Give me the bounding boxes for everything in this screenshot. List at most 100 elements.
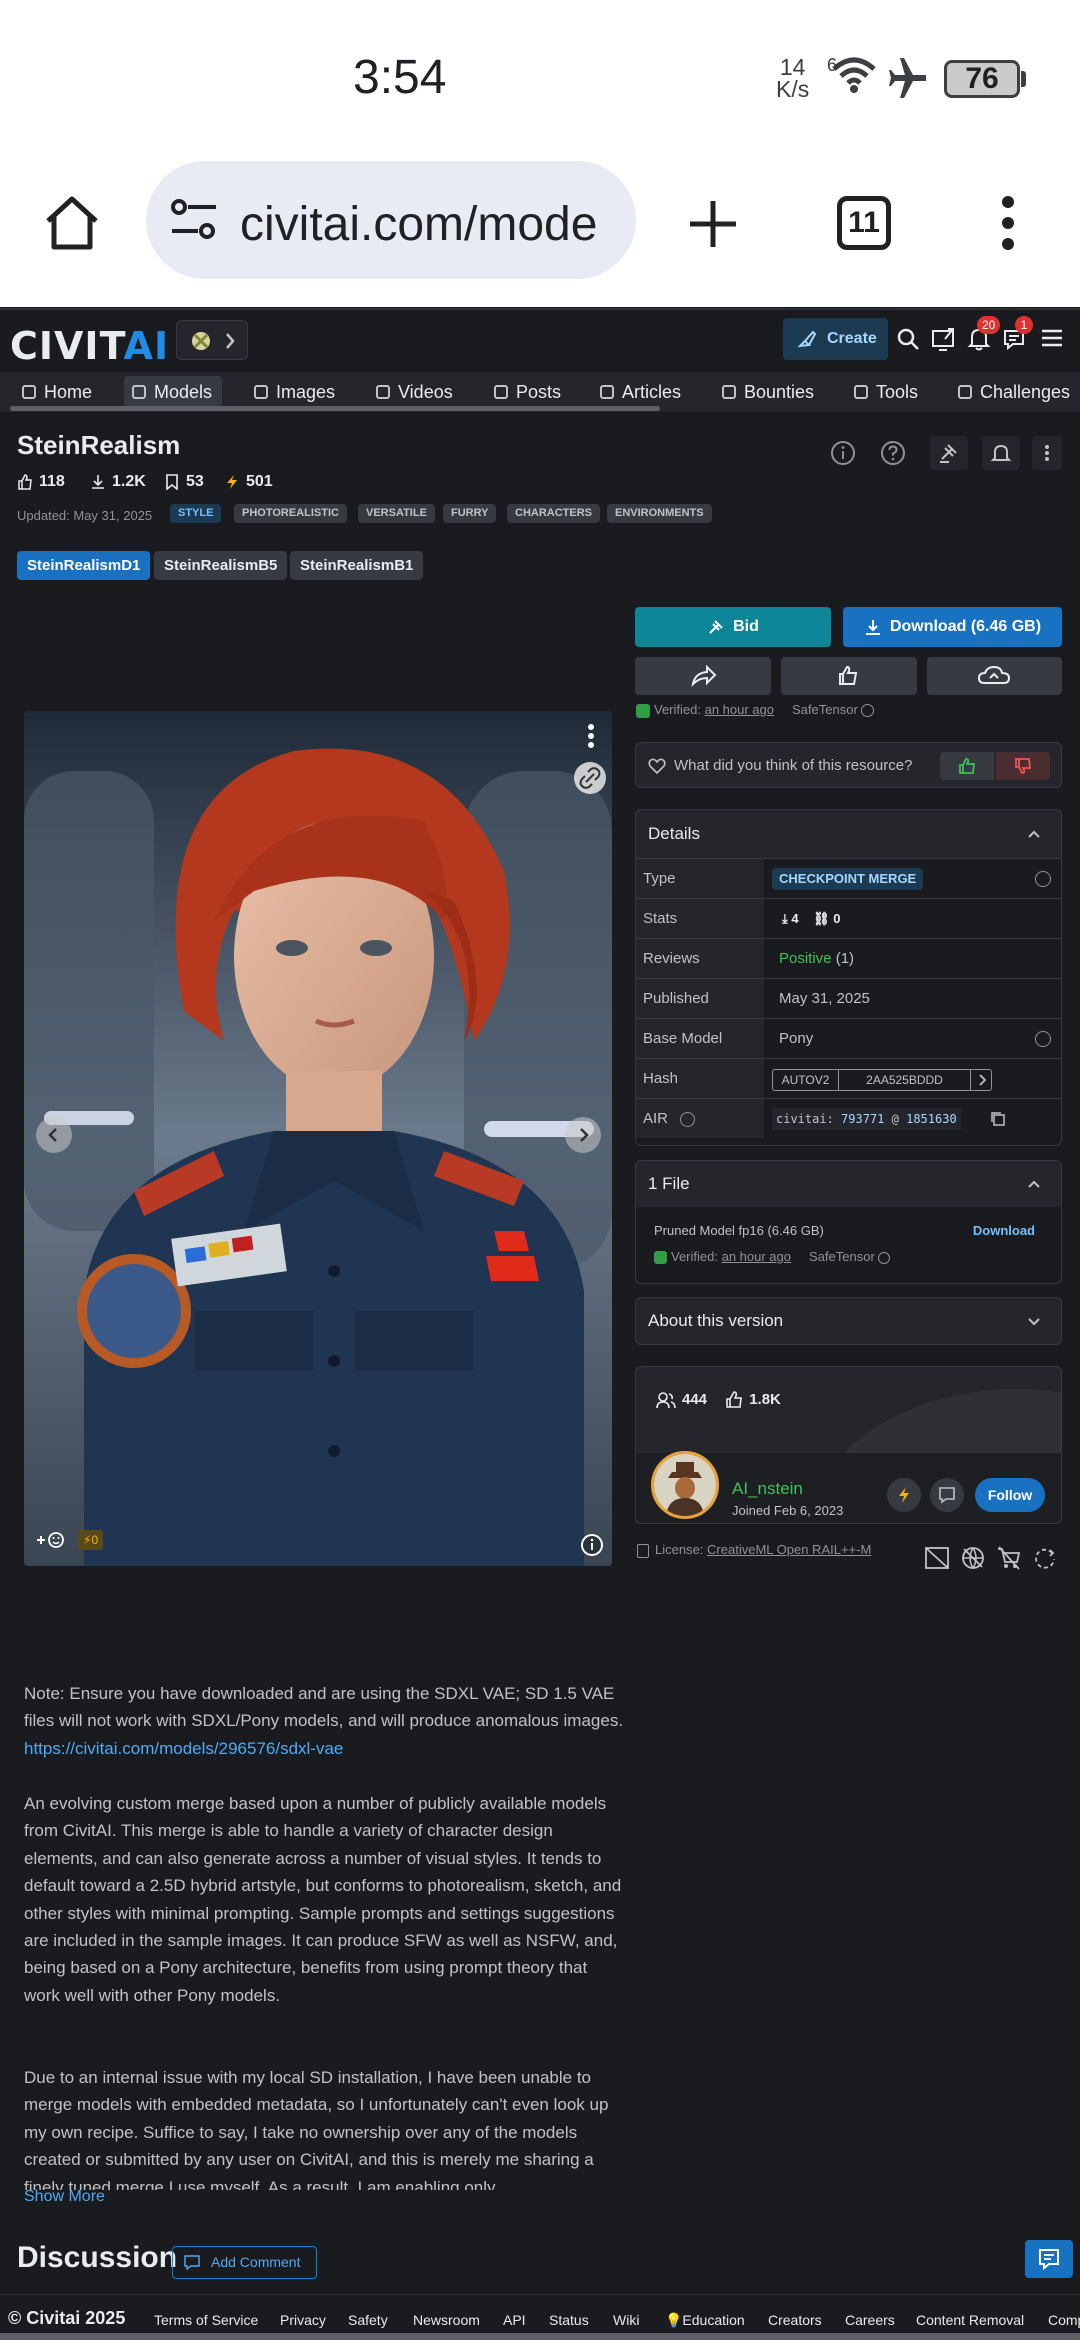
tag-characters[interactable]: CHARACTERS (507, 504, 600, 523)
help-icon[interactable] (880, 440, 906, 466)
tag-furry[interactable]: FURRY (443, 504, 497, 523)
tag-versatile[interactable]: VERSATILE (358, 504, 435, 523)
address-bar[interactable]: civitai.com/mode (146, 161, 636, 279)
license-link[interactable]: CreativeML Open RAIL++-M (707, 1542, 871, 1557)
footer-link-content-removal[interactable]: Content Removal (916, 2312, 1024, 2328)
tag-style[interactable]: STYLE (170, 504, 222, 523)
image-buzz-button[interactable]: ⚡0 (78, 1530, 104, 1550)
review-thumbs-up-button[interactable] (940, 752, 994, 780)
previous-image-button[interactable] (36, 1117, 72, 1153)
footer-link-privacy[interactable]: Privacy (280, 2312, 326, 2328)
details-header[interactable]: Details (636, 810, 1061, 858)
detail-row-stats: Stats ⤓ 4 ⛓ 0 (636, 898, 1061, 938)
footer-link-terms[interactable]: Terms of Service (154, 2312, 258, 2328)
footer-link-api[interactable]: API (503, 2312, 526, 2328)
notification-count-badge: 20 (977, 316, 1001, 334)
review-thumbs-down-button[interactable] (996, 752, 1050, 780)
footer-link-newsroom[interactable]: Newsroom (413, 2312, 480, 2328)
nav-posts[interactable]: Posts (486, 376, 561, 408)
info-icon[interactable] (878, 1251, 891, 1264)
footer-link-status[interactable]: Status (549, 2312, 589, 2328)
tools-icon (854, 385, 868, 399)
hash-box[interactable]: AUTOV2 2AA525BDDD (772, 1069, 992, 1091)
create-button[interactable]: Create (783, 318, 888, 360)
nav-challenges[interactable]: Challenges (950, 376, 1070, 408)
bid-button[interactable]: Bid (635, 607, 831, 647)
version-tab-d1[interactable]: SteinRealismD1 (17, 551, 151, 580)
footer-link-wiki[interactable]: Wiki (613, 2312, 639, 2328)
nav-bounties[interactable]: Bounties (714, 376, 814, 408)
add-comment-button[interactable]: Add Comment (172, 2246, 317, 2279)
nav-articles[interactable]: Articles (592, 376, 681, 408)
tab-switcher-button[interactable]: 11 (837, 196, 891, 250)
tag-environments[interactable]: ENVIRONMENTS (607, 504, 712, 523)
more-options-icon[interactable] (1032, 436, 1062, 470)
verified-time[interactable]: an hour ago (722, 1249, 791, 1264)
tip-buzz-button[interactable] (887, 1478, 921, 1512)
sdxl-vae-link[interactable]: https://civitai.com/models/296576/sdxl-v… (24, 1739, 343, 1758)
holiday-badge[interactable] (176, 320, 248, 360)
footer-link-careers[interactable]: Careers (845, 2312, 895, 2328)
footer-link-creators[interactable]: Creators (768, 2312, 822, 2328)
nav-tools[interactable]: Tools (846, 376, 918, 408)
link-icon[interactable] (574, 762, 606, 794)
chat-fab-button[interactable] (1025, 2240, 1073, 2278)
image-info-icon[interactable] (580, 1533, 604, 1557)
new-tab-icon[interactable] (688, 199, 738, 249)
image-more-icon[interactable] (586, 723, 596, 749)
home-icon[interactable] (42, 193, 102, 253)
about-version-panel[interactable]: About this version (635, 1297, 1062, 1345)
footer-link-safety[interactable]: Safety (348, 2312, 388, 2328)
info-icon[interactable] (1035, 1031, 1051, 1047)
detail-key: Reviews (636, 939, 764, 978)
files-header[interactable]: 1 File (636, 1161, 1061, 1207)
tag-photorealistic[interactable]: PHOTOREALISTIC (234, 504, 347, 523)
verified-row: Verified: an hour ago SafeTensor (636, 702, 875, 718)
add-reaction-button[interactable] (34, 1528, 70, 1552)
like-button[interactable] (781, 657, 917, 695)
overflow-menu-icon[interactable] (999, 195, 1017, 251)
brush-icon (797, 329, 817, 349)
notify-bell-icon[interactable] (982, 436, 1020, 470)
preview-image[interactable]: ⚡0 (24, 711, 612, 1566)
nav-images[interactable]: Images (246, 376, 335, 408)
air-identifier[interactable]: civitai: 793771 @ 1851630 (772, 1108, 961, 1130)
hash-value[interactable]: 2AA525BDDD (839, 1070, 971, 1090)
gesture-bar[interactable] (0, 2333, 1080, 2340)
info-icon[interactable] (680, 1111, 696, 1127)
nav-models[interactable]: Models (124, 376, 223, 408)
copy-icon[interactable] (990, 1111, 1006, 1127)
nav-videos[interactable]: Videos (368, 376, 453, 408)
creator-name[interactable]: AI_nstein (732, 1479, 803, 1499)
footer-link-more[interactable]: Comp (1048, 2312, 1080, 2328)
hamburger-menu-icon[interactable] (1040, 327, 1064, 349)
info-icon[interactable] (1035, 871, 1051, 887)
download-button[interactable]: Download (6.46 GB) (843, 607, 1062, 647)
creator-avatar[interactable] (651, 1451, 719, 1519)
upload-icon[interactable] (931, 327, 957, 351)
version-tab-b5[interactable]: SteinRealismB5 (154, 551, 288, 580)
follow-button[interactable]: Follow (975, 1478, 1045, 1512)
file-download-link[interactable]: Download (973, 1223, 1035, 1238)
detail-value[interactable]: Positive (1) (772, 939, 854, 978)
next-image-button[interactable] (565, 1117, 601, 1153)
chevron-right-icon[interactable] (977, 1070, 989, 1090)
nav-home[interactable]: Home (14, 376, 92, 408)
nav-scrollbar[interactable] (10, 406, 660, 411)
show-more-link[interactable]: Show More (24, 2188, 105, 2206)
copyright: © Civitai 2025 (8, 2308, 126, 2328)
verified-time[interactable]: an hour ago (705, 702, 774, 717)
gavel-icon[interactable] (930, 436, 968, 470)
share-button[interactable] (635, 657, 771, 695)
generate-cloud-button[interactable] (927, 657, 1062, 695)
site-settings-icon[interactable] (170, 197, 218, 243)
search-icon[interactable] (896, 327, 920, 351)
footer-link-education[interactable]: 💡Education (665, 2312, 745, 2329)
civitai-logo[interactable]: CIVITAI (10, 324, 169, 368)
hash-algorithm[interactable]: AUTOV2 (773, 1070, 839, 1090)
message-creator-button[interactable] (930, 1478, 964, 1512)
version-tab-b1[interactable]: SteinRealismB1 (290, 551, 424, 580)
info-icon[interactable] (861, 704, 875, 718)
info-icon[interactable] (830, 440, 856, 466)
verified-label: Verified: (654, 702, 701, 717)
